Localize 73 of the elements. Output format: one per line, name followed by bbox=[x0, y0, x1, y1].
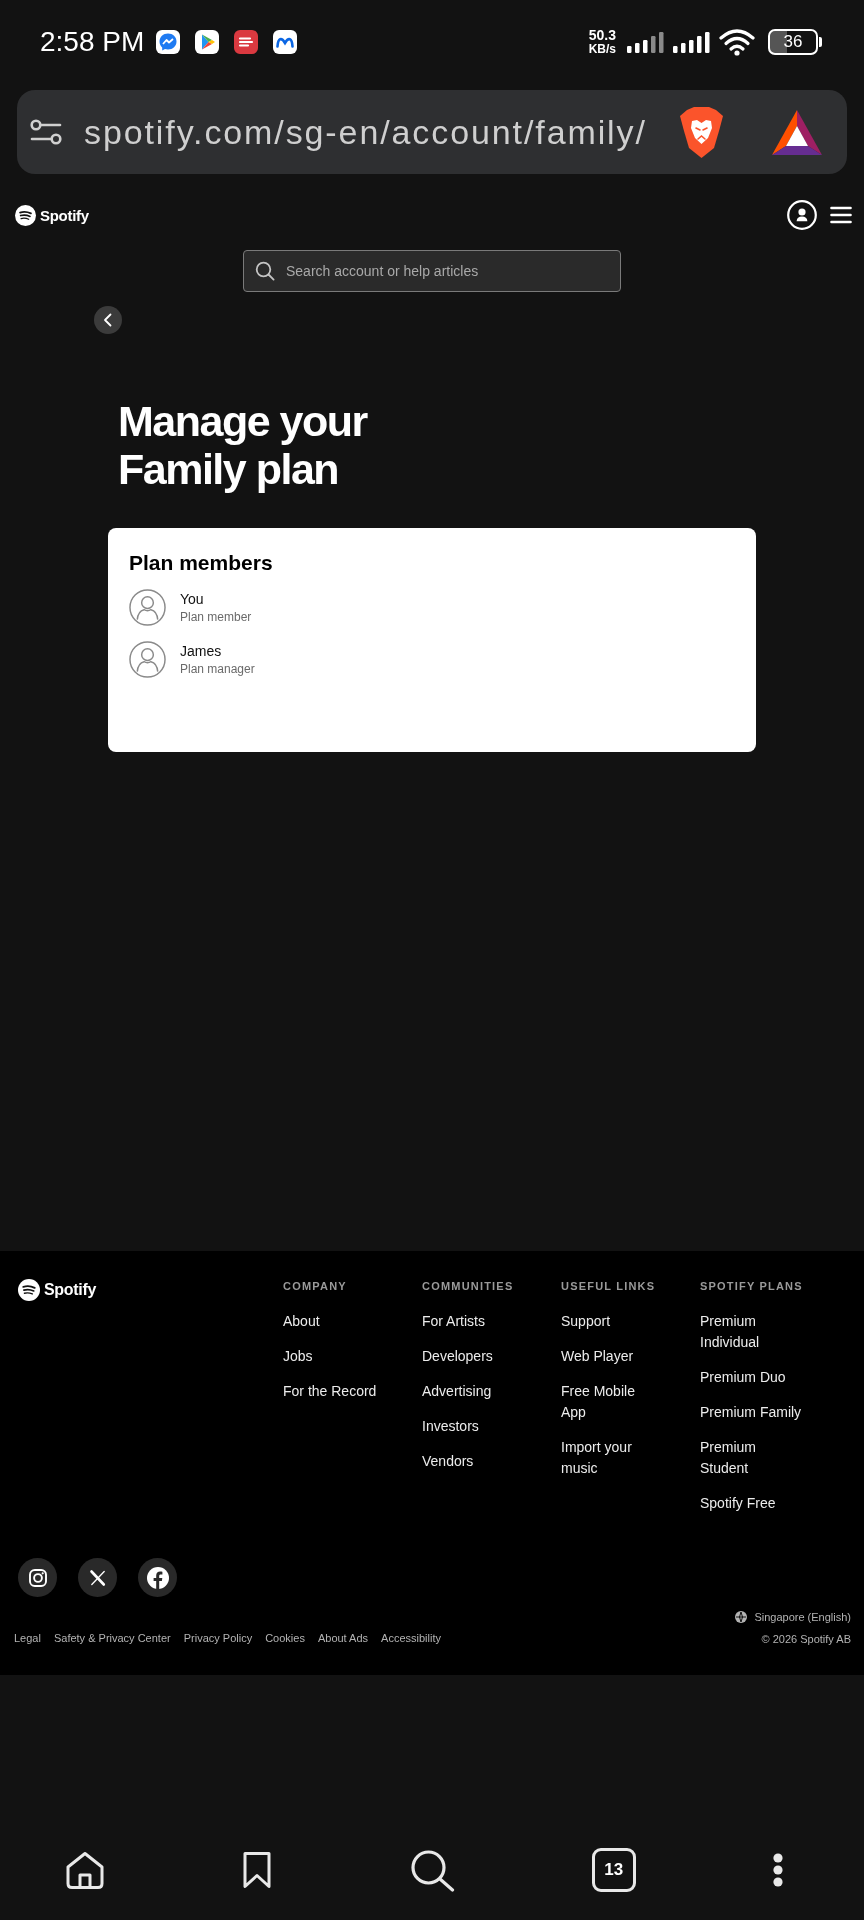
instagram-icon bbox=[27, 1567, 48, 1588]
stripes-app-icon bbox=[234, 30, 259, 54]
url-text: spotify.com/sg-en/account/family/ bbox=[84, 112, 648, 152]
sound-waves-logo-icon[interactable] bbox=[18, 1279, 40, 1301]
profile-icon[interactable] bbox=[787, 200, 817, 230]
search-icon bbox=[255, 261, 275, 281]
home-icon[interactable] bbox=[65, 1850, 105, 1890]
avatar-icon bbox=[129, 589, 166, 626]
network-speed-unit: KB/s bbox=[588, 42, 616, 56]
member-role: Plan member bbox=[180, 608, 252, 625]
footer-link[interactable]: Spotify Free bbox=[700, 1493, 776, 1514]
logo-wordmark[interactable]: Spotify bbox=[44, 1281, 97, 1299]
footer-link[interactable]: Premium Family bbox=[700, 1402, 802, 1423]
social-button[interactable] bbox=[138, 1558, 177, 1597]
copyright-text: © 2026 Spotify AB bbox=[761, 1632, 851, 1647]
footer-link[interactable]: Import your music bbox=[561, 1437, 653, 1479]
legal-link[interactable]: Legal bbox=[14, 1630, 41, 1646]
facebook-icon bbox=[146, 1566, 169, 1589]
globe-icon[interactable] bbox=[735, 1611, 748, 1623]
footer-link[interactable]: Vendors bbox=[422, 1451, 474, 1472]
member-name: You bbox=[180, 590, 205, 608]
member-name: James bbox=[180, 642, 223, 660]
footer-link[interactable]: Free Mobile App bbox=[561, 1381, 653, 1423]
footer-link[interactable]: Investors bbox=[422, 1416, 479, 1437]
footer-link[interactable]: About bbox=[283, 1311, 320, 1332]
footer-link[interactable]: Advertising bbox=[422, 1381, 492, 1402]
footer-link[interactable]: Developers bbox=[422, 1346, 493, 1367]
footer-link[interactable]: Web Player bbox=[561, 1346, 634, 1367]
footer-link[interactable]: For the Record bbox=[283, 1381, 377, 1402]
footer-heading: COMMUNITIES bbox=[422, 1279, 515, 1293]
search-field[interactable]: Search account or help articles bbox=[243, 250, 621, 292]
address-bar[interactable]: spotify.com/sg-en/account/family/ bbox=[17, 90, 847, 174]
wifi-icon bbox=[719, 28, 755, 56]
signal-icon bbox=[627, 31, 664, 53]
menu-icon[interactable] bbox=[830, 206, 852, 224]
footer-link[interactable]: Premium Student bbox=[700, 1437, 806, 1479]
lion-shield-icon[interactable] bbox=[678, 105, 725, 159]
signal-icon bbox=[673, 31, 710, 53]
legal-link[interactable]: Privacy Policy bbox=[183, 1630, 253, 1646]
footer-link[interactable]: Jobs bbox=[283, 1346, 313, 1367]
legal-link[interactable]: About Ads bbox=[317, 1630, 369, 1646]
more-icon[interactable] bbox=[773, 1853, 783, 1887]
sliders-icon[interactable] bbox=[30, 118, 62, 146]
member-role: Plan manager bbox=[180, 660, 255, 677]
legal-link[interactable]: Cookies bbox=[265, 1630, 305, 1646]
chat-bubble-icon bbox=[156, 30, 181, 54]
sound-waves-logo-icon[interactable] bbox=[15, 204, 36, 226]
back-button[interactable] bbox=[94, 306, 122, 334]
bookmark-icon[interactable] bbox=[242, 1851, 273, 1889]
triangle-logo-icon[interactable] bbox=[772, 109, 822, 155]
footer-link[interactable]: Support bbox=[561, 1311, 611, 1332]
m-shape-app-icon bbox=[273, 30, 298, 54]
legal-link[interactable]: Safety & Privacy Center bbox=[53, 1630, 171, 1646]
avatar-icon bbox=[129, 641, 166, 678]
search-icon[interactable] bbox=[409, 1848, 455, 1892]
footer-link[interactable]: For Artists bbox=[422, 1311, 485, 1332]
battery-indicator: 36 bbox=[768, 29, 822, 55]
region-link[interactable]: Singapore (English) bbox=[754, 1609, 851, 1625]
logo-wordmark[interactable]: Spotify bbox=[40, 206, 89, 224]
legal-link[interactable]: Accessibility bbox=[381, 1630, 441, 1646]
card-title: Plan members bbox=[129, 550, 274, 576]
social-button[interactable] bbox=[18, 1558, 57, 1597]
footer-link[interactable]: Premium Individual bbox=[700, 1311, 806, 1353]
page-title: Manage your Family plan bbox=[118, 397, 369, 493]
footer-heading: SPOTIFY PLANS bbox=[700, 1279, 804, 1293]
x-logo-icon bbox=[88, 1568, 107, 1587]
footer-link[interactable]: Premium Duo bbox=[700, 1367, 786, 1388]
footer-heading: COMPANY bbox=[283, 1279, 348, 1293]
social-button[interactable] bbox=[78, 1558, 117, 1597]
tabs-button[interactable]: 13 bbox=[591, 1848, 636, 1892]
status-time: 2:58 PM bbox=[40, 26, 145, 58]
network-speed-value: 50.3 bbox=[588, 28, 616, 42]
footer-heading: USEFUL LINKS bbox=[561, 1279, 657, 1293]
